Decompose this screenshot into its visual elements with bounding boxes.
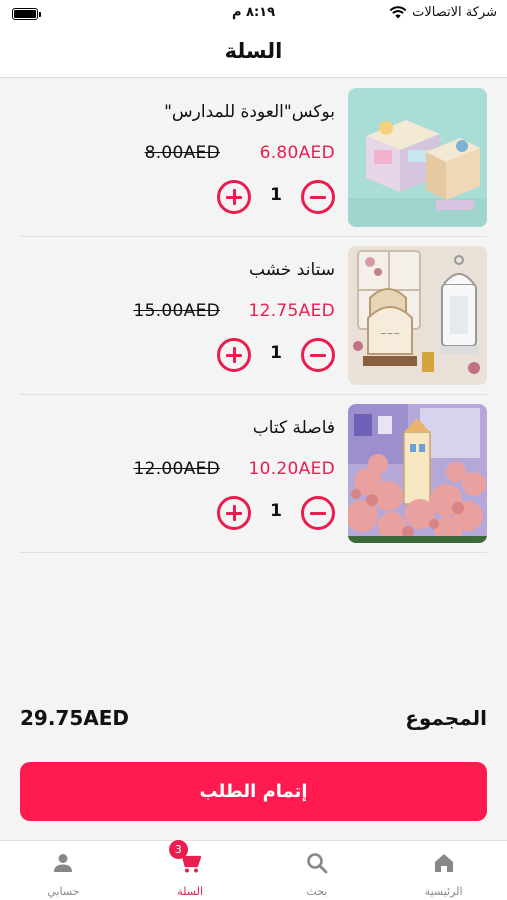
nav-label: بحث — [306, 885, 328, 898]
cart-list: بوكس"العودة للمدارس" 6.80AED 8.00AED 1 ~… — [20, 79, 487, 553]
decrease-quantity-button[interactable] — [301, 338, 335, 372]
product-image-box[interactable] — [348, 88, 487, 227]
page-title: السلة — [224, 39, 283, 63]
home-icon — [434, 854, 453, 872]
increase-quantity-button[interactable] — [217, 180, 251, 214]
quantity-stepper: 1 — [217, 496, 335, 530]
search-icon — [307, 853, 328, 874]
product-name: ستاند خشب — [249, 260, 335, 280]
product-name: بوكس"العودة للمدارس" — [164, 102, 335, 122]
clock: ٨:١٩ م — [231, 5, 276, 20]
total-value: 29.75AED — [20, 706, 130, 730]
quantity-value: 1 — [270, 501, 282, 521]
nav-label: الرئيسية — [424, 885, 463, 898]
original-price: 12.00AED — [133, 459, 220, 479]
cart-item: ~~~ ستاند خشب 12.75AED 15.00AED 1 — [20, 237, 487, 395]
nav-item-account[interactable]: حسابي — [0, 841, 127, 900]
checkout-button[interactable]: إتمام الطلب — [20, 762, 487, 821]
product-image-box[interactable] — [348, 404, 487, 543]
quantity-value: 1 — [270, 343, 282, 363]
cart-item: فاصلة كتاب 10.20AED 12.00AED 1 — [20, 395, 487, 553]
nav-item-search[interactable]: بحث — [254, 841, 381, 900]
decrease-quantity-button[interactable] — [301, 496, 335, 530]
quantity-stepper: 1 — [217, 180, 335, 214]
status-bar: شركة الاتصالات ٨:١٩ م — [0, 0, 507, 28]
quantity-value: 1 — [270, 185, 282, 205]
total-label: المجموع — [405, 706, 487, 730]
discounted-price: 10.20AED — [248, 459, 335, 479]
discounted-price: 6.80AED — [259, 143, 335, 163]
nav-label: حسابي — [47, 885, 80, 898]
increase-quantity-button[interactable] — [217, 338, 251, 372]
product-name: فاصلة كتاب — [252, 418, 335, 438]
bottom-nav: الرئيسية بحث 3 السلة حسابي — [0, 840, 507, 900]
discounted-price: 12.75AED — [248, 301, 335, 321]
cart-count-badge: 3 — [168, 840, 188, 859]
svg-text:~~~: ~~~ — [380, 329, 400, 338]
product-image-box[interactable]: ~~~ — [348, 246, 487, 385]
user-icon — [54, 854, 73, 872]
quantity-stepper: 1 — [217, 338, 335, 372]
page-header: السلة — [0, 28, 507, 78]
nav-item-cart[interactable]: 3 السلة — [127, 840, 254, 900]
increase-quantity-button[interactable] — [217, 496, 251, 530]
decrease-quantity-button[interactable] — [301, 180, 335, 214]
original-price: 8.00AED — [144, 143, 220, 163]
battery-icon — [12, 8, 41, 20]
original-price: 15.00AED — [133, 301, 220, 321]
nav-item-home[interactable]: الرئيسية — [380, 841, 507, 900]
cart-item: بوكس"العودة للمدارس" 6.80AED 8.00AED 1 — [20, 79, 487, 237]
nav-label: السلة — [177, 885, 203, 898]
